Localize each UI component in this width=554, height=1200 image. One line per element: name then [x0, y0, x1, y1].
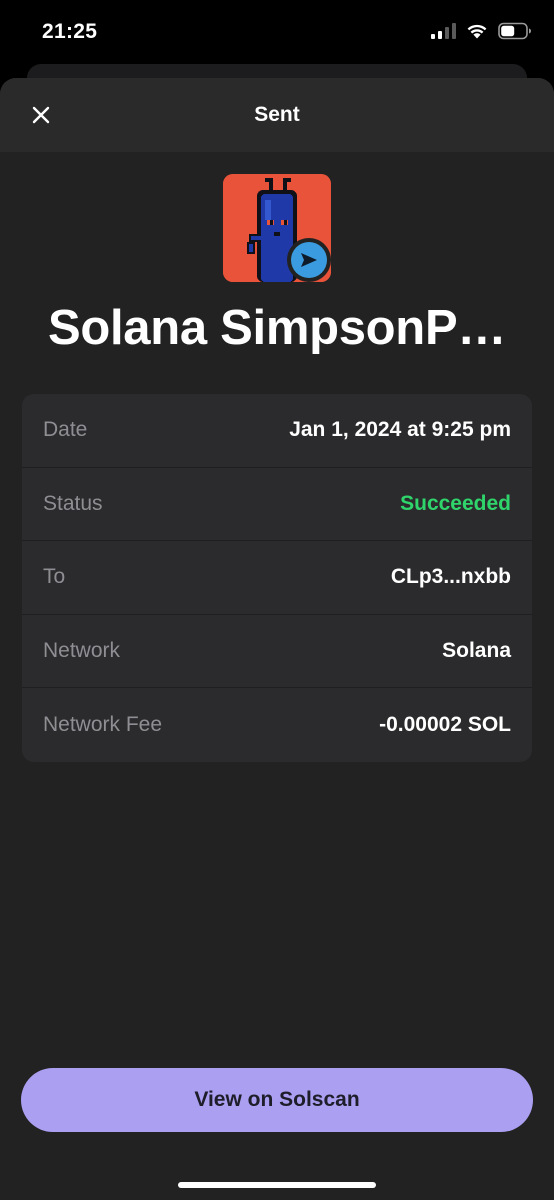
sheet-header: Sent — [0, 78, 554, 152]
wifi-icon — [467, 24, 487, 39]
battery-icon — [498, 22, 531, 40]
detail-label: Network Fee — [43, 713, 163, 737]
view-on-solscan-button[interactable]: View on Solscan — [21, 1068, 533, 1132]
detail-row-status: Status Succeeded — [22, 468, 532, 542]
transaction-sheet: Sent Solana SimpsonP… Date Jan 1, 2024 a… — [0, 78, 554, 1200]
detail-label: Network — [43, 639, 121, 663]
status-value: Succeeded — [400, 491, 511, 515]
cellular-signal-icon — [431, 23, 456, 39]
send-icon — [301, 253, 317, 267]
detail-label: Date — [43, 418, 88, 442]
detail-row-network-fee: Network Fee -0.00002 SOL — [22, 688, 532, 762]
transaction-details: Date Jan 1, 2024 at 9:25 pm Status Succe… — [22, 394, 532, 762]
detail-row-network: Network Solana — [22, 615, 532, 689]
detail-value-date: Jan 1, 2024 at 9:25 pm — [289, 418, 511, 442]
recipient-address[interactable]: CLp3...nxbb — [391, 565, 511, 589]
detail-row-date: Date Jan 1, 2024 at 9:25 pm — [22, 394, 532, 468]
status-icons — [431, 22, 532, 40]
asset-thumbnail — [223, 174, 335, 286]
status-bar: 21:25 — [0, 0, 554, 66]
sent-badge — [287, 238, 331, 282]
detail-row-to[interactable]: To CLp3...nxbb — [22, 541, 532, 615]
network-value: Solana — [442, 639, 511, 663]
home-indicator — [178, 1182, 376, 1188]
detail-label: Status — [43, 491, 103, 515]
status-time: 21:25 — [42, 20, 98, 43]
detail-label: To — [43, 565, 66, 589]
network-fee-value: -0.00002 SOL — [379, 713, 511, 737]
sheet-title: Sent — [254, 103, 300, 126]
asset-name: Solana SimpsonP… — [47, 301, 507, 355]
screen: 21:25 Sent Solana SimpsonP… Date Jan 1, … — [0, 0, 554, 1200]
